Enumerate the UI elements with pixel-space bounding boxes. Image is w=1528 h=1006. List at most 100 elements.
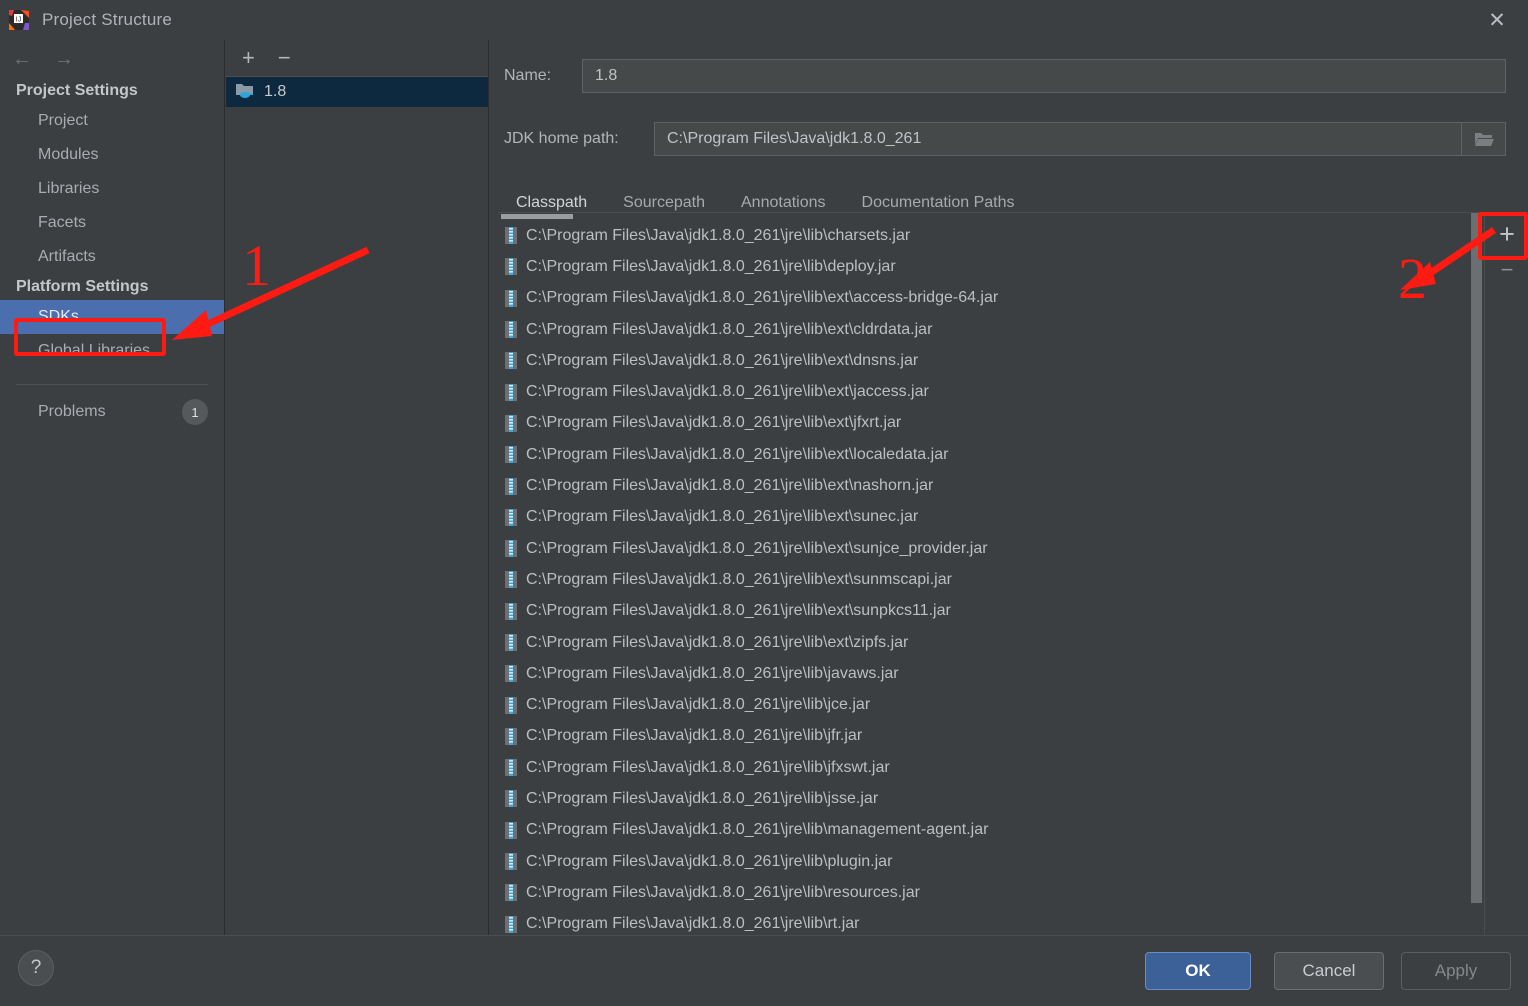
jar-file-icon	[505, 321, 517, 338]
ok-button[interactable]: OK	[1145, 952, 1251, 990]
classpath-entry-label: C:\Program Files\Java\jdk1.8.0_261\jre\l…	[526, 540, 988, 558]
classpath-entry-label: C:\Program Files\Java\jdk1.8.0_261\jre\l…	[526, 289, 998, 307]
classpath-row[interactable]: C:\Program Files\Java\jdk1.8.0_261\jre\l…	[498, 721, 1482, 752]
classpath-row[interactable]: C:\Program Files\Java\jdk1.8.0_261\jre\l…	[498, 627, 1482, 658]
classpath-row[interactable]: C:\Program Files\Java\jdk1.8.0_261\jre\l…	[498, 470, 1482, 501]
problems-label: Problems	[38, 403, 182, 421]
java-sdk-folder-icon	[235, 81, 255, 104]
settings-sidebar: ← → Project Settings Project Modules Lib…	[0, 40, 225, 935]
classpath-vertical-scrollbar-thumb[interactable]	[1471, 213, 1482, 903]
classpath-entry-label: C:\Program Files\Java\jdk1.8.0_261\jre\l…	[526, 352, 918, 370]
remove-classpath-entry-button[interactable]: −	[1485, 257, 1528, 283]
classpath-row[interactable]: C:\Program Files\Java\jdk1.8.0_261\jre\l…	[498, 846, 1482, 877]
classpath-row[interactable]: C:\Program Files\Java\jdk1.8.0_261\jre\l…	[498, 596, 1482, 627]
add-classpath-entry-button[interactable]: +	[1485, 217, 1528, 251]
jar-file-icon	[505, 384, 517, 401]
sidebar-item-libraries[interactable]: Libraries	[0, 172, 224, 206]
jar-file-icon	[505, 790, 517, 807]
sdk-list-toolbar: + −	[226, 40, 488, 77]
classpath-row[interactable]: C:\Program Files\Java\jdk1.8.0_261\jre\l…	[498, 815, 1482, 846]
arrow-left-icon[interactable]: ←	[12, 49, 32, 69]
problems-count-badge: 1	[182, 399, 208, 425]
sdk-list-item[interactable]: 1.8	[226, 77, 488, 107]
classpath-row[interactable]: C:\Program Files\Java\jdk1.8.0_261\jre\l…	[498, 408, 1482, 439]
sdk-list-item-label: 1.8	[264, 83, 286, 101]
sidebar-item-project[interactable]: Project	[0, 104, 224, 138]
classpath-entry-label: C:\Program Files\Java\jdk1.8.0_261\jre\l…	[526, 571, 952, 589]
sidebar-item-global-libraries[interactable]: Global Libraries	[0, 334, 224, 368]
project-structure-dialog: IJ Project Structure ✕ ← → Project Setti…	[0, 0, 1528, 1006]
classpath-entry-label: C:\Program Files\Java\jdk1.8.0_261\jre\l…	[526, 258, 896, 276]
classpath-vertical-scrollbar[interactable]	[1471, 213, 1482, 937]
jdk-home-path-label: JDK home path:	[504, 130, 654, 148]
jar-file-icon	[505, 665, 517, 682]
classpath-entry-label: C:\Program Files\Java\jdk1.8.0_261\jre\l…	[526, 508, 918, 526]
classpath-panel: C:\Program Files\Java\jdk1.8.0_261\jre\l…	[498, 212, 1528, 936]
classpath-list: C:\Program Files\Java\jdk1.8.0_261\jre\l…	[498, 213, 1482, 937]
classpath-row[interactable]: C:\Program Files\Java\jdk1.8.0_261\jre\l…	[498, 752, 1482, 783]
classpath-entry-label: C:\Program Files\Java\jdk1.8.0_261\jre\l…	[526, 759, 890, 777]
classpath-side-buttons: + −	[1484, 213, 1528, 937]
sidebar-item-sdks[interactable]: SDKs	[0, 300, 224, 334]
jar-file-icon	[505, 822, 517, 839]
classpath-entry-label: C:\Program Files\Java\jdk1.8.0_261\jre\l…	[526, 634, 908, 652]
title-bar: IJ Project Structure ✕	[0, 0, 1528, 40]
sidebar-item-facets[interactable]: Facets	[0, 206, 224, 240]
classpath-entry-label: C:\Program Files\Java\jdk1.8.0_261\jre\l…	[526, 446, 948, 464]
jar-file-icon	[505, 571, 517, 588]
classpath-row[interactable]: C:\Program Files\Java\jdk1.8.0_261\jre\l…	[498, 783, 1482, 814]
jar-file-icon	[505, 697, 517, 714]
jar-file-icon	[505, 227, 517, 244]
jdk-home-path-row: JDK home path: C:\Program Files\Java\jdk…	[490, 122, 1528, 156]
classpath-row[interactable]: C:\Program Files\Java\jdk1.8.0_261\jre\l…	[498, 220, 1482, 251]
jar-file-icon	[505, 415, 517, 432]
classpath-rows: C:\Program Files\Java\jdk1.8.0_261\jre\l…	[498, 220, 1482, 937]
add-sdk-button[interactable]: +	[242, 47, 255, 69]
jar-file-icon	[505, 884, 517, 901]
classpath-entry-label: C:\Program Files\Java\jdk1.8.0_261\jre\l…	[526, 227, 910, 245]
classpath-row[interactable]: C:\Program Files\Java\jdk1.8.0_261\jre\l…	[498, 283, 1482, 314]
classpath-entry-label: C:\Program Files\Java\jdk1.8.0_261\jre\l…	[526, 853, 892, 871]
detail-tab-bar: Classpath Sourcepath Annotations Documen…	[490, 182, 1528, 216]
jar-file-icon	[505, 759, 517, 776]
classpath-row[interactable]: C:\Program Files\Java\jdk1.8.0_261\jre\l…	[498, 658, 1482, 689]
classpath-horizontal-scrollbar-thumb[interactable]	[501, 214, 573, 219]
sdk-list-panel: + − 1.8	[226, 40, 489, 935]
classpath-entry-label: C:\Program Files\Java\jdk1.8.0_261\jre\l…	[526, 727, 862, 745]
classpath-entry-label: C:\Program Files\Java\jdk1.8.0_261\jre\l…	[526, 414, 901, 432]
classpath-row[interactable]: C:\Program Files\Java\jdk1.8.0_261\jre\l…	[498, 314, 1482, 345]
remove-sdk-button[interactable]: −	[278, 47, 291, 69]
close-icon[interactable]: ✕	[1466, 0, 1528, 40]
classpath-row[interactable]: C:\Program Files\Java\jdk1.8.0_261\jre\l…	[498, 376, 1482, 407]
classpath-entry-label: C:\Program Files\Java\jdk1.8.0_261\jre\l…	[526, 665, 899, 683]
classpath-row[interactable]: C:\Program Files\Java\jdk1.8.0_261\jre\l…	[498, 689, 1482, 720]
jdk-home-path-input[interactable]: C:\Program Files\Java\jdk1.8.0_261	[654, 122, 1462, 156]
classpath-row[interactable]: C:\Program Files\Java\jdk1.8.0_261\jre\l…	[498, 345, 1482, 376]
folder-open-icon[interactable]	[1462, 122, 1506, 156]
classpath-entry-label: C:\Program Files\Java\jdk1.8.0_261\jre\l…	[526, 602, 951, 620]
classpath-row[interactable]: C:\Program Files\Java\jdk1.8.0_261\jre\l…	[498, 877, 1482, 908]
apply-button[interactable]: Apply	[1401, 952, 1511, 990]
help-button[interactable]: ?	[18, 950, 54, 986]
classpath-row[interactable]: C:\Program Files\Java\jdk1.8.0_261\jre\l…	[498, 251, 1482, 282]
svg-text:IJ: IJ	[16, 17, 21, 24]
cancel-button[interactable]: Cancel	[1274, 952, 1384, 990]
jar-file-icon	[505, 853, 517, 870]
sidebar-item-modules[interactable]: Modules	[0, 138, 224, 172]
arrow-right-icon[interactable]: →	[54, 49, 74, 69]
classpath-row[interactable]: C:\Program Files\Java\jdk1.8.0_261\jre\l…	[498, 564, 1482, 595]
sdk-name-input[interactable]: 1.8	[582, 59, 1506, 93]
jar-file-icon	[505, 540, 517, 557]
classpath-horizontal-scrollbar[interactable]	[498, 213, 1482, 220]
sidebar-item-artifacts[interactable]: Artifacts	[0, 240, 224, 274]
group-title-project-settings: Project Settings	[0, 78, 224, 104]
classpath-row[interactable]: C:\Program Files\Java\jdk1.8.0_261\jre\l…	[498, 533, 1482, 564]
classpath-row[interactable]: C:\Program Files\Java\jdk1.8.0_261\jre\l…	[498, 909, 1482, 937]
sidebar-item-problems[interactable]: Problems 1	[0, 385, 224, 425]
dialog-footer: ? OK Cancel Apply	[0, 935, 1528, 1006]
classpath-row[interactable]: C:\Program Files\Java\jdk1.8.0_261\jre\l…	[498, 502, 1482, 533]
jar-file-icon	[505, 509, 517, 526]
classpath-row[interactable]: C:\Program Files\Java\jdk1.8.0_261\jre\l…	[498, 439, 1482, 470]
group-title-platform-settings: Platform Settings	[0, 274, 224, 300]
jar-file-icon	[505, 916, 517, 933]
